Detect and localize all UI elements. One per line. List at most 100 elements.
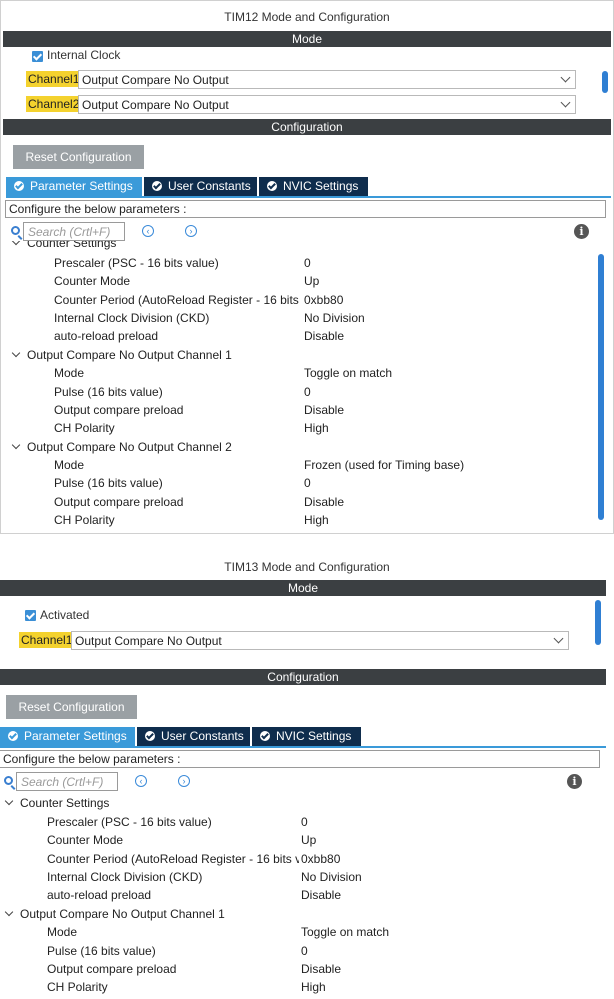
activated-label: Activated	[40, 608, 90, 622]
channel2-select[interactable]: Output Compare No Output	[78, 95, 576, 114]
group-label: Output Compare No Output Channel 1	[20, 907, 225, 921]
tab-check-icon	[145, 731, 155, 741]
prev-icon[interactable]: ‹	[135, 775, 147, 787]
param-row[interactable]: Pulse (16 bits value) 0	[1, 383, 595, 401]
mode-scrollbar[interactable]	[602, 71, 608, 93]
param-row[interactable]: auto-reload preload Disable	[0, 886, 600, 904]
param-name: Counter Mode	[47, 833, 124, 847]
channel1-select-value: Output Compare No Output	[75, 634, 222, 648]
param-value: Disable	[301, 888, 342, 902]
tim12-mode-header: Mode	[3, 31, 611, 47]
param-row[interactable]: Output compare preload Disable	[0, 960, 600, 978]
next-icon[interactable]: ›	[185, 225, 197, 237]
param-row[interactable]: Pulse (16 bits value) 0	[1, 474, 595, 492]
tab-label: User Constants	[161, 729, 244, 743]
param-name: Output compare preload	[54, 495, 184, 509]
tab-nvic-settings[interactable]: NVIC Settings	[252, 727, 361, 746]
tab-user-constants[interactable]: User Constants	[137, 727, 250, 746]
channel2-select-value: Output Compare No Output	[82, 98, 229, 112]
tim13-mode-header: Mode	[0, 580, 606, 596]
chevron-down-icon	[560, 97, 571, 108]
param-row[interactable]: Pulse (16 bits value) 0	[0, 942, 600, 960]
params-scrollbar[interactable]	[598, 254, 604, 520]
param-value: 0xbb80	[304, 293, 344, 307]
search-input[interactable]: Search (Crtl+F)	[23, 222, 125, 241]
tim12-title: TIM12 Mode and Configuration	[224, 10, 390, 24]
tab-nvic-settings[interactable]: NVIC Settings	[259, 177, 368, 196]
search-input[interactable]: Search (Crtl+F)	[16, 772, 118, 791]
channel2-label: Channel2	[26, 96, 82, 112]
param-row[interactable]: Internal Clock Division (CKD) No Divisio…	[1, 309, 595, 327]
param-name: Mode	[54, 366, 85, 380]
tab-check-icon	[152, 181, 162, 191]
tim13-parameter-tree: Counter Settings Prescaler (PSC - 16 bit…	[0, 794, 600, 999]
param-value: Toggle on match	[301, 925, 390, 939]
param-row[interactable]: Counter Period (AutoReload Register - 16…	[0, 850, 600, 868]
param-row[interactable]: CH Polarity High	[0, 978, 600, 996]
internal-clock-checkbox[interactable]	[32, 51, 43, 62]
chevron-down-icon	[553, 633, 564, 644]
next-icon[interactable]: ›	[178, 775, 190, 787]
param-value: Frozen (used for Timing base)	[304, 458, 465, 472]
param-value: High	[301, 980, 326, 994]
param-value: Up	[304, 274, 320, 288]
reset-configuration-button[interactable]: Reset Configuration	[6, 695, 137, 719]
chevron-down-icon	[11, 440, 21, 450]
tab-user-constants[interactable]: User Constants	[144, 177, 257, 196]
param-row[interactable]: Output compare preload Disable	[1, 401, 595, 419]
param-row[interactable]: CH Polarity High	[1, 511, 595, 529]
tab-label: NVIC Settings	[283, 179, 359, 193]
group-label: Output Compare No Output Channel 2	[27, 440, 232, 454]
reset-configuration-button[interactable]: Reset Configuration	[13, 145, 144, 169]
param-row[interactable]: Counter Mode Up	[0, 831, 600, 849]
tab-label: Parameter Settings	[24, 729, 127, 743]
tab-check-icon	[8, 731, 18, 741]
param-row[interactable]: Internal Clock Division (CKD) No Divisio…	[0, 868, 600, 886]
tim13-mode-area: Activated Channel1 Output Compare No Out…	[0, 596, 600, 666]
param-value: No Division	[304, 311, 365, 325]
channel1-select[interactable]: Output Compare No Output	[78, 70, 576, 89]
group-label: Counter Settings	[27, 241, 117, 250]
param-value: 0	[304, 385, 311, 399]
configure-text-box: Configure the below parameters :	[5, 200, 606, 218]
param-value: Disable	[304, 329, 345, 343]
tab-parameter-settings[interactable]: Parameter Settings	[6, 177, 142, 196]
activated-checkbox[interactable]	[25, 610, 36, 621]
tim13-title: TIM13 Mode and Configuration	[224, 560, 390, 574]
param-row[interactable]: CH Polarity High	[1, 419, 595, 437]
param-name: Mode	[47, 925, 78, 939]
param-row[interactable]: Mode Frozen (used for Timing base)	[1, 456, 595, 474]
param-row[interactable]: Counter Period (AutoReload Register - 16…	[1, 291, 595, 309]
param-row[interactable]: auto-reload preload Disable	[1, 327, 595, 345]
param-name: CH Polarity	[47, 980, 108, 994]
chevron-down-icon	[11, 241, 21, 246]
param-row[interactable]: Prescaler (PSC - 16 bits value) 0	[1, 254, 595, 272]
tab-check-icon	[260, 731, 270, 741]
param-name: Internal Clock Division (CKD)	[47, 870, 203, 884]
param-name: auto-reload preload	[54, 329, 159, 343]
configure-text-box: Configure the below parameters :	[0, 750, 600, 768]
tab-parameter-settings[interactable]: Parameter Settings	[0, 727, 135, 746]
info-icon[interactable]: i	[567, 774, 582, 789]
param-name: CH Polarity	[54, 513, 115, 527]
param-name: Pulse (16 bits value)	[47, 944, 156, 958]
param-row[interactable]: Mode Toggle on match	[0, 923, 600, 941]
param-value: No Division	[301, 870, 362, 884]
param-name: Output compare preload	[54, 403, 184, 417]
param-row[interactable]: Mode Toggle on match	[1, 364, 595, 382]
channel1-label: Channel1	[26, 71, 82, 87]
tim12-config-header: Configuration	[3, 119, 611, 135]
channel1-select[interactable]: Output Compare No Output	[71, 631, 569, 650]
mode-scrollbar[interactable]	[595, 600, 601, 645]
tim13-config-header: Configuration	[0, 669, 606, 685]
param-row[interactable]: Prescaler (PSC - 16 bits value) 0	[0, 813, 600, 831]
info-icon[interactable]: i	[574, 224, 589, 239]
prev-icon[interactable]: ‹	[142, 225, 154, 237]
param-row[interactable]: Counter Mode Up	[1, 272, 595, 290]
tab-underline	[6, 196, 611, 198]
param-name: Mode	[54, 458, 85, 472]
param-row[interactable]: Output compare preload Disable	[1, 493, 595, 511]
chevron-down-icon	[4, 796, 14, 806]
param-value: Toggle on match	[304, 366, 393, 380]
tab-label: Parameter Settings	[30, 179, 133, 193]
